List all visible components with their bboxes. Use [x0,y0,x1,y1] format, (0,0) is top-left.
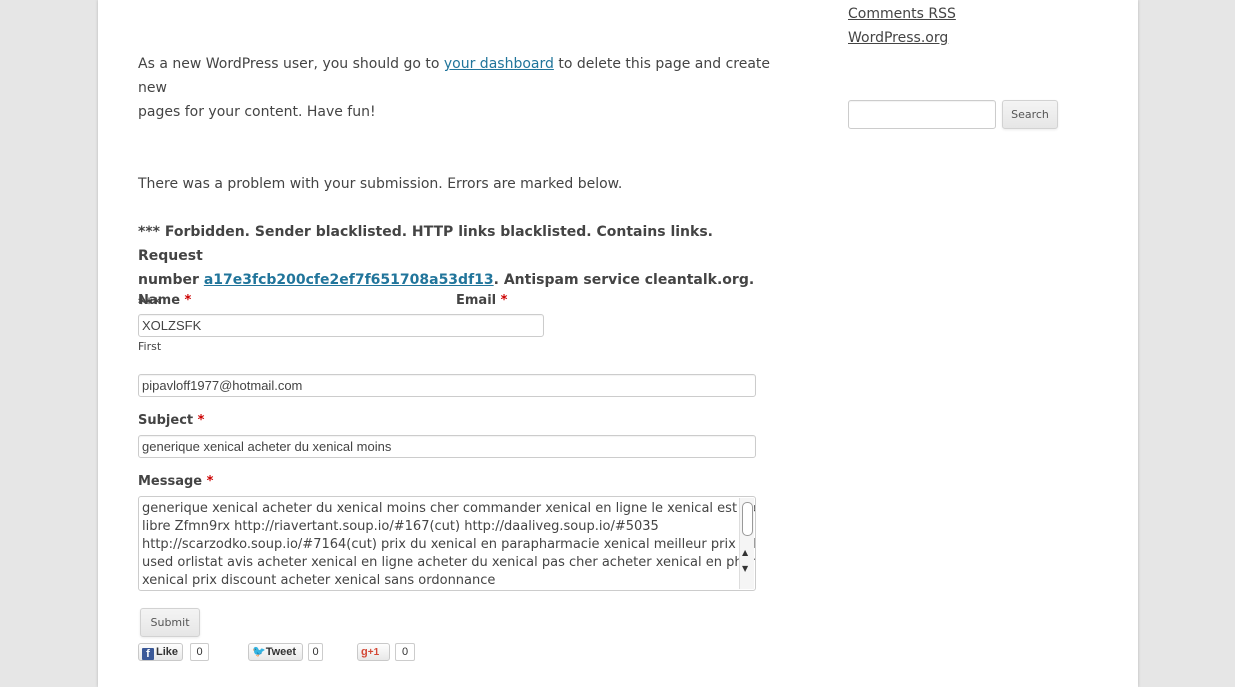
page-container: Comments RSS WordPress.org Search As a n… [98,0,1138,687]
facebook-like-button[interactable]: f Like [138,643,183,661]
message-line: used orlistat avis acheter xenical en li… [142,555,756,570]
subject-label: Subject * [138,413,204,428]
plusone-label: +1 [367,647,380,658]
subject-label-text: Subject [138,413,194,428]
message-line: generique xenical acheter du xenical moi… [142,501,756,516]
name-first-input[interactable] [138,314,544,337]
email-label-text: Email [456,293,497,308]
required-mark: * [206,474,214,489]
message-line: http://scarzodko.soup.io/#7164(cut) prix… [142,537,756,552]
tweet-label: Tweet [265,646,297,658]
message-scrollbar[interactable]: ▲ ▼ [739,498,754,589]
tweet-count: 0 [308,643,323,661]
intro-text-before: As a new WordPress user, you should go t… [138,56,444,72]
error-intro: There was a problem with your submission… [138,176,623,192]
facebook-icon: f [142,648,154,660]
message-label: Message * [138,474,213,489]
message-textarea[interactable]: generique xenical acheter du xenical moi… [138,496,756,591]
message-label-text: Message [138,474,203,489]
required-mark: * [197,413,205,428]
name-label: Name * [138,293,191,308]
like-label: Like [156,646,179,658]
sidebar-link-wordpress-org[interactable]: WordPress.org [848,26,948,50]
request-number-link[interactable]: a17e3fcb200cfe2ef7f651708a53df13 [204,272,494,288]
scroll-down-arrow-icon[interactable]: ▼ [742,564,748,574]
message-line: xenical prix discount acheter xenical sa… [142,573,496,588]
required-mark: * [500,293,508,308]
email-label: Email * [456,293,507,308]
search-input[interactable] [848,100,996,129]
error-line1: *** Forbidden. Sender blacklisted. HTTP … [138,224,713,264]
submit-button[interactable]: Submit [140,608,200,637]
message-line: libre Zfmn9rx http://riavertant.soup.io/… [142,519,659,534]
plusone-count: 0 [395,643,415,661]
required-mark: * [184,293,192,308]
name-label-text: Name [138,293,181,308]
search-button[interactable]: Search [1002,100,1058,129]
scroll-up-arrow-icon[interactable]: ▲ [742,548,748,558]
google-g-icon: g [361,646,368,658]
sidebar-link-comments-rss[interactable]: Comments RSS [848,2,956,26]
like-count: 0 [190,643,209,661]
twitter-bird-icon: 🐦 [252,646,266,658]
error-line2-prefix: number [138,272,204,288]
google-plus-one-button[interactable]: g+1 [357,643,390,661]
scrollbar-thumb[interactable] [742,502,753,536]
email-input[interactable] [138,374,756,397]
name-first-sublabel: First [138,340,162,353]
intro-text-line2: pages for your content. Have fun! [138,104,376,120]
dashboard-link[interactable]: your dashboard [444,56,554,72]
intro-paragraph: As a new WordPress user, you should go t… [138,52,778,124]
subject-input[interactable] [138,435,756,458]
tweet-button[interactable]: 🐦Tweet [248,643,303,661]
